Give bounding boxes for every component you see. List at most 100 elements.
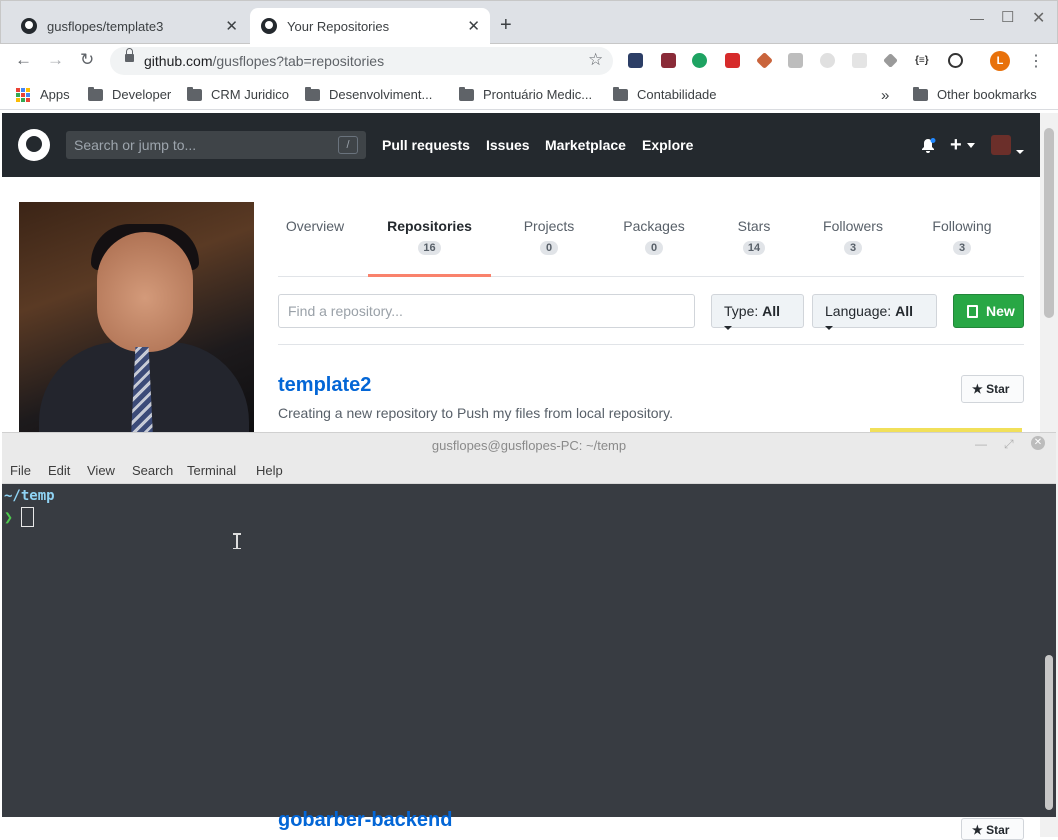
terminal-menu-view[interactable]: View (87, 463, 115, 478)
repo-link-template2[interactable]: template2 (278, 374, 371, 397)
bookmark-label: CRM Juridico (211, 87, 290, 102)
bookmark-crm-juridico[interactable]: CRM Juridico (187, 86, 290, 102)
extension-mask-icon[interactable] (948, 53, 963, 68)
apps-grid-icon (16, 87, 30, 102)
close-window-icon[interactable]: ✕ (1032, 8, 1045, 28)
extension-link-icon[interactable] (628, 53, 643, 68)
bookmark-developer[interactable]: Developer (88, 86, 171, 102)
extension-circle-icon[interactable] (820, 53, 835, 68)
tab-label: Stars (737, 218, 771, 234)
url-path: /gusflopes?tab=repositories (212, 53, 385, 69)
list-divider (278, 344, 1024, 345)
nav-explore[interactable]: Explore (642, 137, 693, 153)
profile-avatar[interactable]: L (990, 51, 1010, 71)
maximize-window-icon[interactable]: ☐ (1001, 8, 1014, 26)
terminal-menu-edit[interactable]: Edit (48, 463, 70, 478)
minimize-window-icon[interactable]: — (970, 10, 984, 26)
new-repository-button[interactable]: New (953, 294, 1024, 328)
nav-issues[interactable]: Issues (486, 137, 530, 153)
search-shortcut-key: / (338, 136, 358, 154)
terminal-menu-terminal[interactable]: Terminal (187, 463, 236, 478)
tab-label: Followers (823, 218, 883, 234)
photo-face (97, 232, 193, 352)
bookmark-apps[interactable]: Apps (16, 87, 70, 102)
tab-label: Repositories (387, 218, 472, 234)
tab-following[interactable]: Following 3 (925, 218, 999, 255)
tab-count: 3 (844, 241, 862, 255)
user-avatar-small[interactable] (991, 135, 1011, 155)
extension-evernote-icon[interactable] (692, 53, 707, 68)
tab-packages[interactable]: Packages 0 (616, 218, 692, 255)
terminal-maximize-icon[interactable]: ⤢ (1004, 437, 1014, 452)
folder-icon (187, 86, 202, 101)
forward-icon[interactable]: → (47, 50, 64, 70)
page-scrollbar-thumb[interactable] (1044, 128, 1054, 318)
terminal-window[interactable] (2, 432, 1056, 817)
url-host: github.com (144, 53, 213, 69)
extension-json-icon[interactable]: {≡} (915, 53, 930, 68)
reload-icon[interactable]: ↻ (80, 50, 94, 70)
extension-grid-icon[interactable] (852, 53, 867, 68)
new-button-label: New (986, 303, 1015, 319)
star-icon: ★ (972, 382, 983, 396)
nav-marketplace[interactable]: Marketplace (545, 137, 626, 153)
star-label: Star (986, 823, 1010, 837)
folder-icon (305, 86, 320, 101)
extension-bookmark-icon[interactable] (661, 53, 676, 68)
notification-bell-icon[interactable] (920, 138, 936, 154)
other-bookmarks[interactable]: Other bookmarks (913, 86, 1037, 102)
terminal-close-icon[interactable]: ✕ (1031, 436, 1045, 450)
repo-description: Creating a new repository to Push my fil… (278, 405, 674, 421)
close-tab-icon[interactable]: ✕ (225, 17, 238, 35)
terminal-cwd: ~/temp (4, 488, 55, 504)
bookmark-prontuario[interactable]: Prontuário Medic... (459, 86, 592, 102)
language-filter-button[interactable]: Language: All (812, 294, 937, 331)
bookmark-star-icon[interactable]: ☆ (588, 50, 603, 70)
browser-tab-repositories[interactable]: Your Repositories ✕ (250, 8, 490, 44)
bookmarks-overflow-icon[interactable]: » (881, 87, 889, 104)
back-icon[interactable]: ← (15, 50, 32, 70)
tab-followers[interactable]: Followers 3 (817, 218, 889, 255)
tab-overview[interactable]: Overview (279, 218, 351, 234)
star-button[interactable]: ★ Star (961, 375, 1024, 403)
find-repository-input[interactable]: Find a repository... (278, 294, 695, 328)
bookmark-desenvolvimento[interactable]: Desenvolviment... (305, 86, 432, 102)
folder-icon (913, 86, 928, 101)
browser-tab-template3[interactable]: gusflopes/template3 ✕ (18, 8, 248, 44)
extension-chat-icon[interactable] (788, 53, 803, 68)
terminal-prompt-icon: ❯ (4, 508, 14, 526)
url-text[interactable]: github.com/gusflopes?tab=repositories (144, 53, 384, 69)
filter-label: Type: (724, 303, 759, 319)
close-tab-icon[interactable]: ✕ (467, 17, 480, 35)
extension-arrow-icon[interactable] (725, 53, 740, 68)
filter-value: All (762, 303, 781, 319)
lock-icon[interactable] (125, 48, 134, 62)
filter-value: All (895, 303, 913, 319)
create-new-icon[interactable]: + (950, 134, 976, 157)
avatar-caret-icon[interactable] (1016, 143, 1024, 158)
terminal-menu-search[interactable]: Search (132, 463, 173, 478)
profile-photo[interactable] (19, 202, 254, 432)
bookmark-label: Contabilidade (637, 87, 717, 102)
dropdown-caret-icon (724, 326, 732, 331)
terminal-menu-file[interactable]: File (10, 463, 31, 478)
tab-projects[interactable]: Projects 0 (516, 218, 582, 255)
type-filter-button[interactable]: Type: All (711, 294, 804, 331)
tab-repositories[interactable]: Repositories 16 (380, 218, 479, 255)
new-tab-button[interactable]: + (500, 14, 512, 37)
terminal-minimize-icon[interactable]: — (975, 437, 987, 451)
tab-stars[interactable]: Stars 14 (728, 218, 780, 255)
terminal-cursor (21, 507, 34, 527)
tab-label: Overview (285, 218, 345, 234)
github-logo-icon[interactable] (18, 129, 50, 161)
repo-link-gobarber-backend[interactable]: gobarber-backend (278, 809, 452, 832)
terminal-scrollbar-thumb[interactable] (1045, 655, 1053, 810)
github-search-input[interactable]: Search or jump to... (66, 131, 366, 159)
bookmark-contabilidade[interactable]: Contabilidade (613, 86, 717, 102)
repo-book-icon (967, 305, 978, 318)
browser-menu-icon[interactable]: ⋮ (1028, 51, 1044, 71)
tab-label: Packages (623, 218, 685, 234)
nav-pull-requests[interactable]: Pull requests (382, 137, 470, 153)
terminal-menu-help[interactable]: Help (256, 463, 283, 478)
filter-label: Language: (825, 303, 892, 319)
